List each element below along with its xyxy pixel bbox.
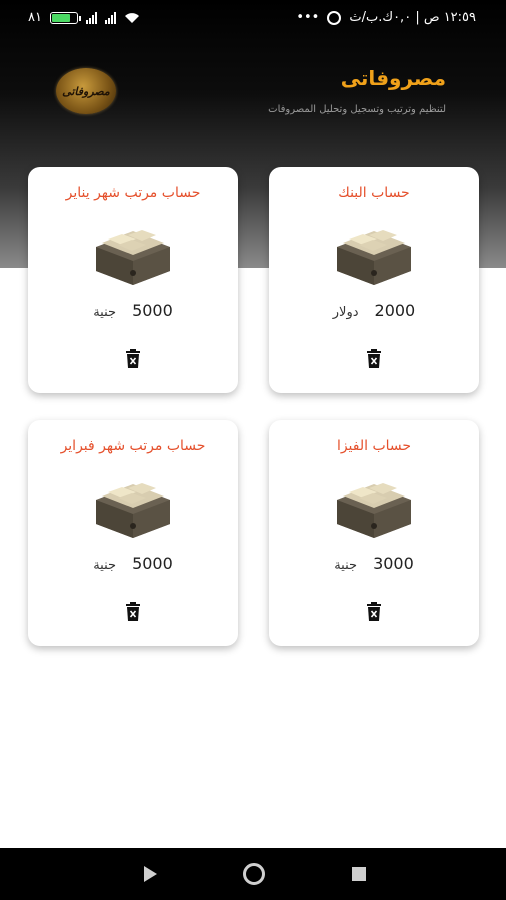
amount-row: جنية 5000 xyxy=(28,554,238,573)
signal-icon xyxy=(85,11,97,24)
app-logo-icon: مصروفاتى xyxy=(56,68,116,114)
app-subtitle: لتنظيم وترتيب وتسجيل وتحليل المصروفات xyxy=(268,104,446,115)
logo-text: مصروفاتى xyxy=(62,84,110,98)
amount-value: 5000 xyxy=(132,554,173,573)
account-card-january[interactable]: حساب مرتب شهر يناير جنية 5000 xyxy=(28,167,238,393)
money-box-icon xyxy=(337,483,411,538)
currency-label: جنية xyxy=(93,558,117,573)
money-box-icon xyxy=(96,230,170,285)
alarm-icon xyxy=(327,10,342,25)
battery-icon xyxy=(49,11,81,24)
amount-row: جنية 3000 xyxy=(269,554,479,573)
status-right: ••• ١٢:٥٩ ص | ٠,٠ك.ب/ث xyxy=(296,10,476,25)
delete-icon[interactable] xyxy=(124,349,142,369)
delete-icon[interactable] xyxy=(365,349,383,369)
status-left: ٨١ xyxy=(28,10,140,25)
app-title: مصروفاتى xyxy=(340,66,446,90)
battery-percent: ٨١ xyxy=(28,10,42,25)
back-icon[interactable] xyxy=(144,866,157,882)
account-title: حساب البنك xyxy=(338,185,410,201)
amount-value: 2000 xyxy=(374,301,416,320)
amount-value: 3000 xyxy=(373,554,414,573)
delete-icon[interactable] xyxy=(124,602,142,622)
home-icon[interactable] xyxy=(243,863,265,885)
status-bar: ٨١ ••• ١٢:٥٩ ص | ٠,٠ك.ب/ث xyxy=(0,0,506,36)
account-title: حساب مرتب شهر يناير xyxy=(65,185,201,201)
account-title: حساب الفيزا xyxy=(336,438,412,454)
delete-icon[interactable] xyxy=(365,602,383,622)
money-box-icon xyxy=(337,230,411,285)
account-title: حساب مرتب شهر فبراير xyxy=(60,438,206,454)
amount-row: جنية 5000 xyxy=(28,301,238,320)
signal-icon-2 xyxy=(104,11,116,24)
account-card-february[interactable]: حساب مرتب شهر فبراير جنية 5000 xyxy=(28,420,238,646)
recent-apps-icon[interactable] xyxy=(352,867,366,881)
amount-value: 5000 xyxy=(132,301,173,320)
status-time: ١٢:٥٩ ص | ٠,٠ك.ب/ث xyxy=(349,10,476,25)
currency-label: جنية xyxy=(93,305,117,320)
currency-label: جنية xyxy=(334,558,358,573)
status-dots: ••• xyxy=(296,10,320,25)
amount-row: دولار 2000 xyxy=(269,301,479,320)
currency-label: دولار xyxy=(332,305,359,320)
wifi-icon xyxy=(124,12,139,23)
system-nav-bar xyxy=(0,848,506,900)
money-box-icon xyxy=(96,483,170,538)
account-card-visa[interactable]: حساب الفيزا جنية 3000 xyxy=(269,420,479,646)
account-card-bank[interactable]: حساب البنك دولار 2000 xyxy=(269,167,479,393)
